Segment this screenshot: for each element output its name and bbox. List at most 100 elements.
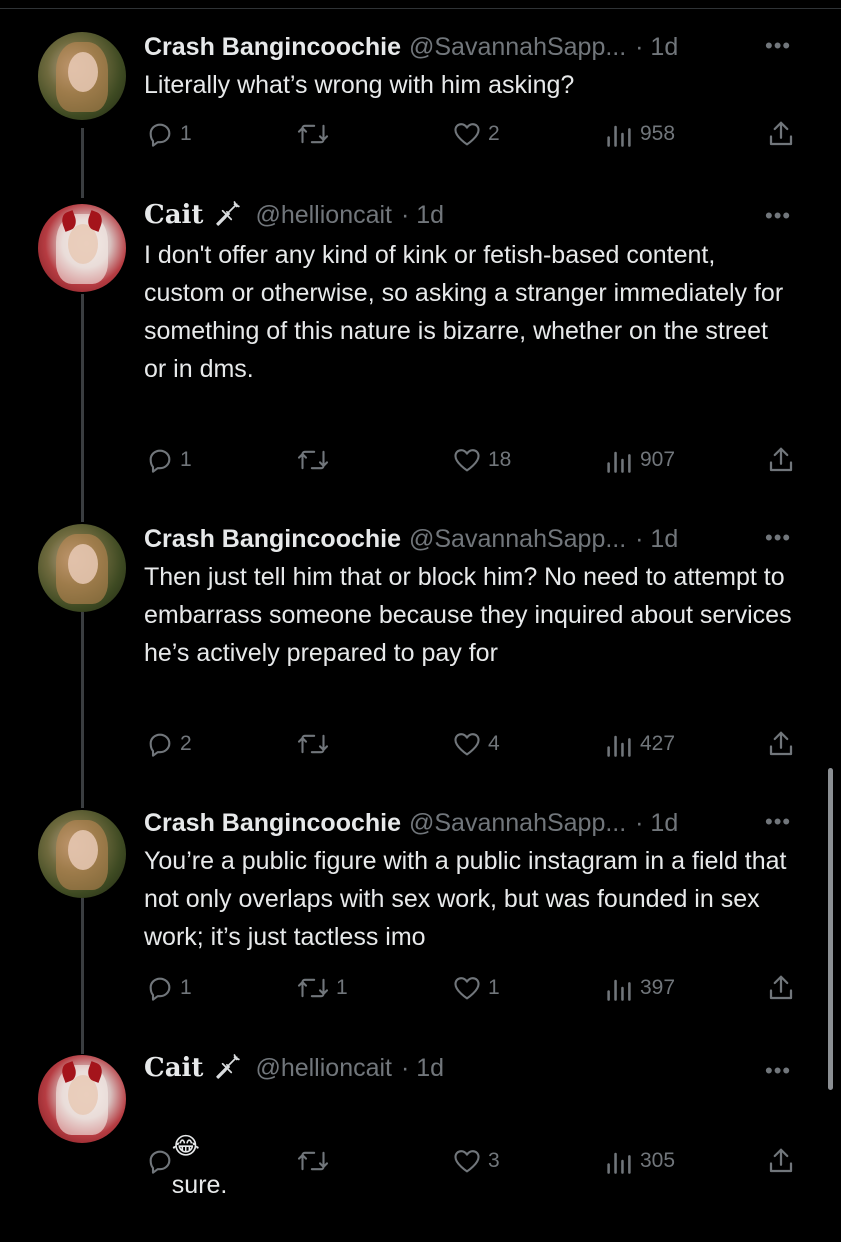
like-icon <box>454 1150 480 1173</box>
views-count: 427 <box>640 732 676 755</box>
views-button[interactable]: 427 <box>604 724 675 764</box>
avatar[interactable] <box>38 32 126 120</box>
author-handle[interactable]: @SavannahSapp... <box>409 525 626 553</box>
more-options-icon[interactable]: ••• <box>765 1060 791 1082</box>
share-icon <box>769 975 793 1000</box>
avatar-face <box>68 52 98 92</box>
like-count: 4 <box>488 732 500 755</box>
author-handle[interactable]: @hellioncait <box>255 1054 392 1082</box>
tweet-header: Crash Bangincoochie @SavannahSapp... · 1d <box>144 806 678 840</box>
views-count: 305 <box>640 1149 676 1172</box>
share-button[interactable] <box>766 114 796 154</box>
views-icon <box>607 979 631 1001</box>
tweet[interactable]: Cait @hellioncait · 1d ••• I don't offer … <box>0 190 841 510</box>
tweet-text: Then just tell him that or block him? No… <box>144 563 799 667</box>
tweet-header: Crash Bangincoochie @SavannahSapp... · 1d <box>144 522 678 556</box>
reply-button[interactable]: 1 <box>146 440 192 480</box>
like-icon <box>454 733 480 756</box>
reply-button[interactable]: 1 <box>146 114 192 154</box>
views-icon <box>607 125 631 147</box>
reply-icon <box>149 123 171 147</box>
more-options-icon[interactable]: ••• <box>765 811 791 833</box>
author-handle[interactable]: @SavannahSapp... <box>409 33 626 61</box>
views-button[interactable]: 958 <box>604 114 675 154</box>
like-button[interactable]: 1 <box>452 968 500 1008</box>
share-icon <box>769 1148 793 1173</box>
reply-count: 2 <box>180 732 192 755</box>
reply-icon <box>149 1150 171 1174</box>
tweet[interactable]: Crash Bangincoochie @SavannahSapp... · 1d… <box>0 0 841 190</box>
action-bar: 1 18 907 <box>0 440 841 480</box>
more-options-icon[interactable]: ••• <box>765 527 791 549</box>
timestamp[interactable]: · 1d <box>635 809 678 837</box>
tweet-header: Crash Bangincoochie @SavannahSapp... · 1d <box>144 30 678 64</box>
dagger-icon <box>215 201 241 236</box>
avatar[interactable] <box>38 1055 126 1143</box>
author-name[interactable]: Cait <box>144 1053 203 1083</box>
retweet-icon <box>297 450 329 470</box>
action-bar: 1 2 958 <box>0 114 841 154</box>
tweet[interactable]: Crash Bangincoochie @SavannahSapp... · 1d… <box>0 800 841 1045</box>
share-button[interactable] <box>766 724 796 764</box>
avatar[interactable] <box>38 524 126 612</box>
reply-icon <box>149 977 171 1001</box>
tweet-text: You’re a public figure with a public ins… <box>144 847 794 951</box>
action-bar: 3 305 <box>0 1141 841 1181</box>
reply-icon <box>149 733 171 757</box>
retweet-button[interactable] <box>296 724 336 764</box>
author-name[interactable]: Cait <box>144 200 203 230</box>
avatar[interactable] <box>38 810 126 898</box>
like-icon <box>454 449 480 472</box>
views-count: 958 <box>640 122 676 145</box>
retweet-button[interactable] <box>296 1141 336 1181</box>
like-button[interactable]: 2 <box>452 114 500 154</box>
tweet-text: I don't offer any kind of kink or fetish… <box>144 241 791 383</box>
like-count: 18 <box>488 448 512 471</box>
avatar[interactable] <box>38 204 126 292</box>
like-count: 3 <box>488 1149 500 1172</box>
author-handle[interactable]: @SavannahSapp... <box>409 809 626 837</box>
like-button[interactable]: 4 <box>452 724 500 764</box>
retweet-button[interactable] <box>296 114 336 154</box>
reply-button[interactable]: 1 <box>146 968 192 1008</box>
author-name[interactable]: Crash Bangincoochie <box>144 525 401 553</box>
action-bar: 2 4 427 <box>0 724 841 764</box>
author-name[interactable]: Crash Bangincoochie <box>144 33 401 61</box>
reply-count: 1 <box>180 448 192 471</box>
more-options-icon[interactable]: ••• <box>765 205 791 227</box>
timestamp[interactable]: · 1d <box>635 33 678 61</box>
more-options-icon[interactable]: ••• <box>765 35 791 57</box>
author-name[interactable]: Crash Bangincoochie <box>144 809 401 837</box>
views-button[interactable]: 907 <box>604 440 675 480</box>
action-bar: 1 1 1 397 <box>0 968 841 1008</box>
tweet-header: Cait @hellioncait · 1d <box>144 1051 444 1085</box>
reply-count: 1 <box>180 122 192 145</box>
share-button[interactable] <box>766 968 796 1008</box>
tweet-header: Cait @hellioncait · 1d <box>144 198 444 232</box>
retweet-count: 1 <box>336 976 348 999</box>
share-button[interactable] <box>766 440 796 480</box>
views-button[interactable]: 305 <box>604 1141 675 1181</box>
timestamp[interactable]: · 1d <box>401 201 444 229</box>
scrollbar[interactable] <box>828 768 833 1090</box>
like-icon <box>454 123 480 146</box>
retweet-icon <box>297 124 329 144</box>
retweet-button[interactable] <box>296 440 336 480</box>
views-count: 397 <box>640 976 676 999</box>
timestamp[interactable]: · 1d <box>401 1054 444 1082</box>
like-button[interactable]: 3 <box>452 1141 500 1181</box>
share-icon <box>769 121 793 146</box>
views-icon <box>607 451 631 473</box>
retweet-button[interactable]: 1 <box>296 968 348 1008</box>
share-button[interactable] <box>766 1141 796 1181</box>
reply-button[interactable] <box>146 1141 180 1181</box>
views-button[interactable]: 397 <box>604 968 675 1008</box>
like-icon <box>454 977 480 1000</box>
like-count: 1 <box>488 976 500 999</box>
like-button[interactable]: 18 <box>452 440 511 480</box>
author-handle[interactable]: @hellioncait <box>255 201 392 229</box>
tweet[interactable]: Cait @hellioncait · 1d ••• 😂 sure. 3 305 <box>0 1045 841 1200</box>
reply-button[interactable]: 2 <box>146 724 192 764</box>
timestamp[interactable]: · 1d <box>635 525 678 553</box>
tweet[interactable]: Crash Bangincoochie @SavannahSapp... · 1d… <box>0 510 841 800</box>
